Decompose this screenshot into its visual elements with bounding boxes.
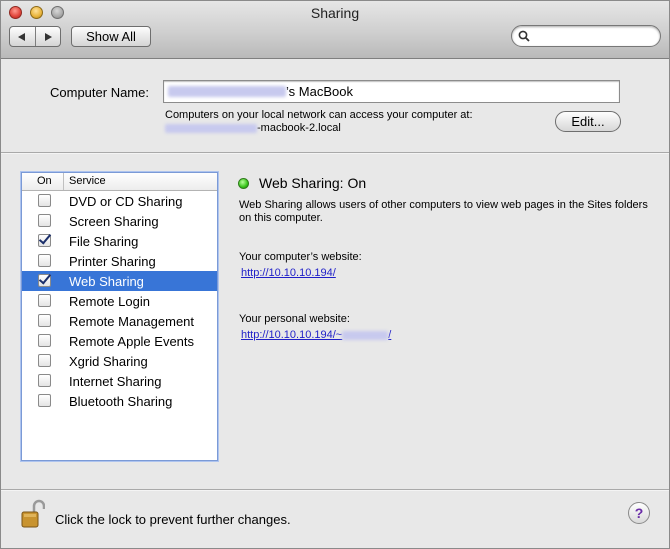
- search-icon: [518, 30, 530, 42]
- navigation-buttons: [9, 26, 61, 47]
- computer-name-label: Computer Name:: [50, 85, 149, 100]
- personal-website-link[interactable]: http://10.10.10.194/~ /: [241, 329, 391, 341]
- redacted-username: [342, 330, 389, 340]
- edit-button[interactable]: Edit...: [555, 111, 621, 132]
- service-row[interactable]: DVD or CD Sharing: [22, 191, 217, 211]
- computer-name-field[interactable]: ’s MacBook: [163, 80, 620, 103]
- service-name: Printer Sharing: [69, 254, 156, 269]
- forward-button[interactable]: [36, 27, 61, 46]
- column-header-service[interactable]: Service: [69, 175, 106, 187]
- search-field[interactable]: [511, 25, 661, 47]
- computer-website-label: Your computer’s website:: [239, 251, 362, 263]
- personal-website-label: Your personal website:: [239, 313, 350, 325]
- computer-name-suffix: ’s MacBook: [286, 84, 353, 99]
- service-row[interactable]: Printer Sharing: [22, 251, 217, 271]
- section-divider-highlight: [1, 153, 669, 154]
- services-table-header: On Service: [22, 173, 217, 191]
- service-name: Screen Sharing: [69, 214, 159, 229]
- back-button[interactable]: [10, 27, 36, 46]
- back-arrow-icon: [18, 32, 26, 41]
- service-checkbox[interactable]: [38, 214, 51, 227]
- service-name: Web Sharing: [69, 274, 144, 289]
- lock-message: Click the lock to prevent further change…: [55, 512, 291, 527]
- service-description: Web Sharing allows users of other comput…: [239, 199, 648, 224]
- service-row[interactable]: Remote Apple Events: [22, 331, 217, 351]
- forward-arrow-icon: [44, 32, 52, 41]
- service-row[interactable]: Bluetooth Sharing: [22, 391, 217, 411]
- service-status: Web Sharing: On: [259, 175, 367, 191]
- service-checkbox[interactable]: [38, 374, 51, 387]
- service-row[interactable]: Web Sharing: [22, 271, 217, 291]
- show-all-button[interactable]: Show All: [71, 26, 151, 47]
- services-table[interactable]: On Service DVD or CD Sharing Screen Shari…: [21, 172, 218, 461]
- column-header-on[interactable]: On: [37, 175, 52, 187]
- service-row[interactable]: Remote Login: [22, 291, 217, 311]
- service-row[interactable]: Remote Management: [22, 311, 217, 331]
- toolbar: Sharing Show All: [1, 1, 669, 59]
- sharing-window: Sharing Show All Computer Name: ’s MacBo…: [0, 0, 670, 549]
- footer-divider-highlight: [1, 490, 669, 491]
- service-checkbox[interactable]: [38, 354, 51, 367]
- window-title: Sharing: [310, 5, 360, 21]
- personal-website-url-prefix: http://10.10.10.194/~: [241, 329, 343, 341]
- service-name: Remote Management: [69, 314, 195, 329]
- service-name: Remote Apple Events: [69, 334, 195, 349]
- redacted-hostname: [165, 124, 257, 133]
- service-name: DVD or CD Sharing: [69, 194, 183, 209]
- help-button[interactable]: ?: [628, 502, 650, 524]
- service-checkbox[interactable]: [38, 254, 51, 267]
- service-checkbox[interactable]: [38, 274, 51, 287]
- service-checkbox[interactable]: [38, 234, 51, 247]
- local-address-info: Computers on your local network can acce…: [165, 109, 473, 135]
- computer-website-link[interactable]: http://10.10.10.194/: [241, 267, 336, 279]
- service-checkbox[interactable]: [38, 394, 51, 407]
- redacted-name: [168, 86, 286, 97]
- service-checkbox[interactable]: [38, 314, 51, 327]
- lock-icon[interactable]: [21, 499, 45, 529]
- search-input[interactable]: [534, 28, 658, 46]
- service-row[interactable]: Internet Sharing: [22, 371, 217, 391]
- service-checkbox[interactable]: [38, 294, 51, 307]
- service-checkbox[interactable]: [38, 334, 51, 347]
- local-address-description: Computers on your local network can acce…: [165, 109, 473, 121]
- service-name: File Sharing: [69, 234, 139, 249]
- service-name: Xgrid Sharing: [69, 354, 148, 369]
- local-hostname-suffix: -macbook-2.local: [257, 122, 341, 134]
- service-name: Remote Login: [69, 294, 150, 309]
- service-row[interactable]: Screen Sharing: [22, 211, 217, 231]
- service-checkbox[interactable]: [38, 194, 51, 207]
- status-indicator-icon: [238, 178, 249, 189]
- service-row[interactable]: File Sharing: [22, 231, 217, 251]
- personal-website-url-suffix: /: [388, 329, 392, 341]
- service-name: Bluetooth Sharing: [69, 394, 173, 409]
- column-separator: [63, 173, 64, 190]
- service-row[interactable]: Xgrid Sharing: [22, 351, 217, 371]
- service-name: Internet Sharing: [69, 374, 162, 389]
